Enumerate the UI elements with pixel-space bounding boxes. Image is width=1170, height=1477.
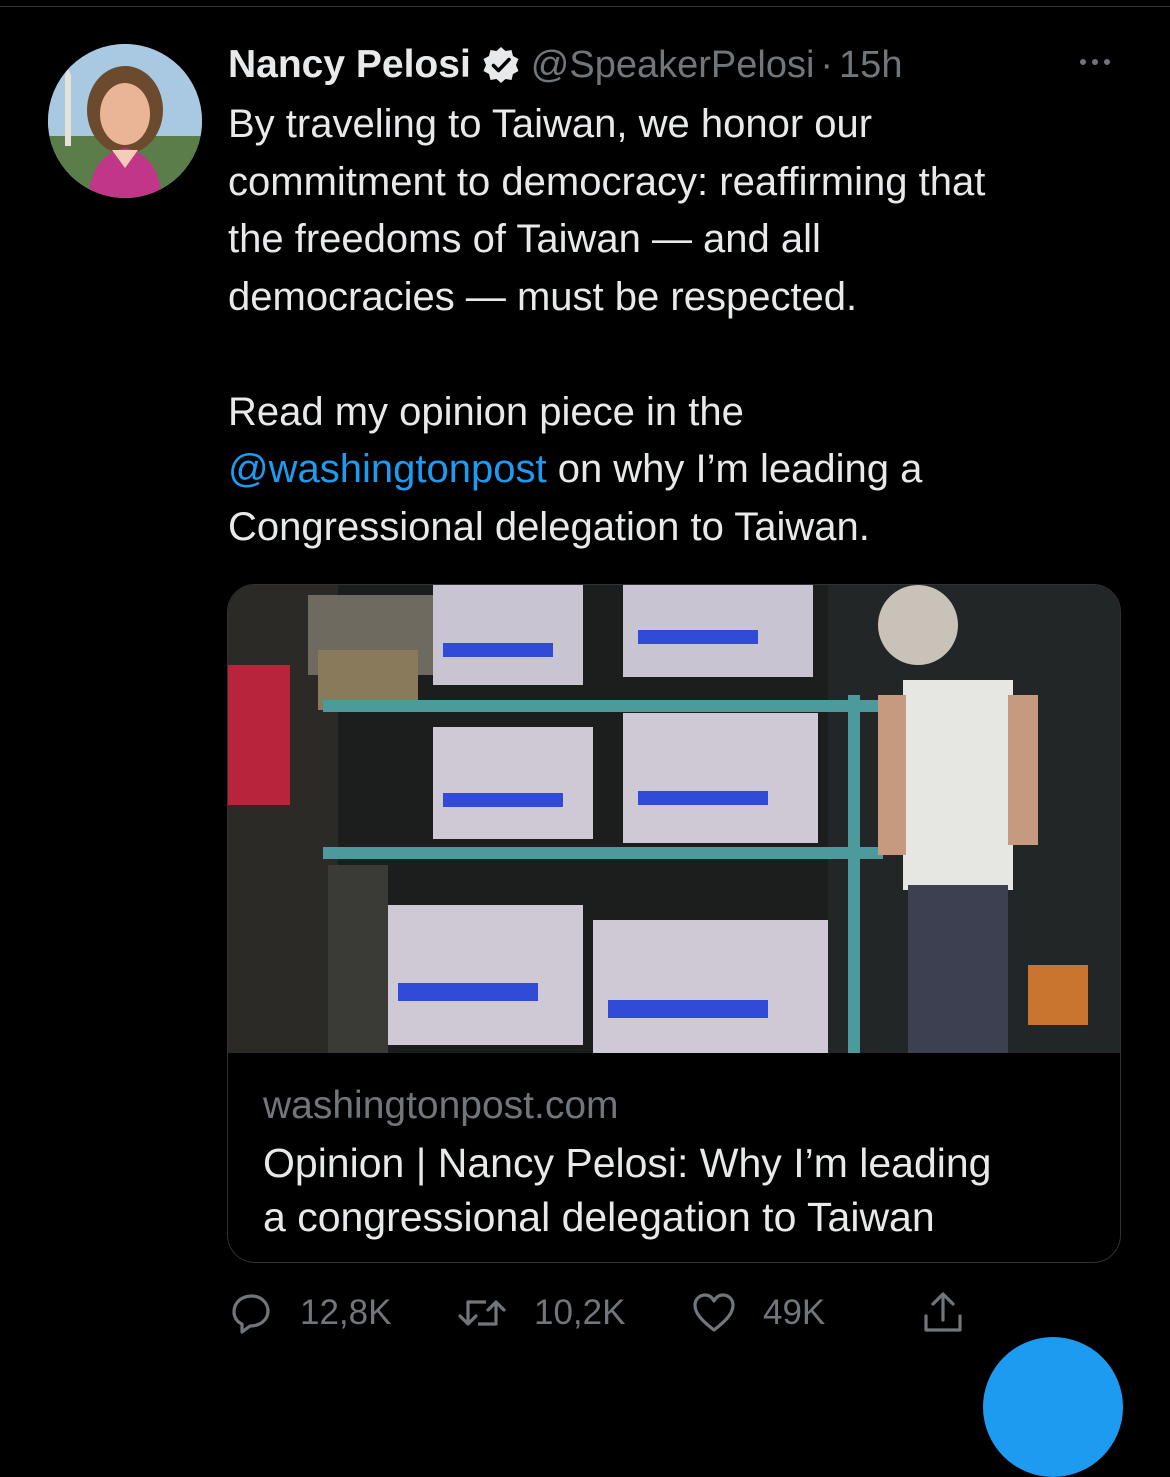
more-icon[interactable]: [1070, 50, 1120, 74]
verified-badge-icon: [483, 47, 519, 83]
more-dot: [1104, 59, 1110, 65]
author-name[interactable]: Nancy Pelosi: [228, 43, 471, 87]
author-handle[interactable]: @SpeakerPelosi: [531, 44, 815, 87]
card-title-line: Opinion | Nancy Pelosi: Why I’m leading: [263, 1140, 992, 1186]
tweet-text-line: commitment to democracy: reaffirming tha…: [228, 159, 986, 204]
more-dot: [1080, 59, 1086, 65]
tweet-text-line: the freedoms of Taiwan — and all: [228, 217, 821, 261]
link-card[interactable]: washingtonpost.com Opinion | Nancy Pelos…: [227, 584, 1121, 1263]
compose-button[interactable]: [983, 1337, 1123, 1477]
card-image: [228, 585, 1120, 1053]
tweet-header: Nancy Pelosi @SpeakerPelosi · 15h: [228, 40, 902, 90]
tweet-text-line: democracies — must be respected.: [228, 274, 858, 319]
share-icon: [924, 1292, 962, 1332]
reply-count: 12,8K: [300, 1293, 392, 1332]
more-dot: [1092, 59, 1098, 65]
card-title: Opinion | Nancy Pelosi: Why I’m leading …: [263, 1136, 1093, 1244]
tweet-text-line: @washingtonpost on why I’m leading a: [228, 441, 1128, 499]
top-divider: [0, 6, 1170, 7]
like-icon: [693, 1293, 735, 1332]
tweet-text-line: Read my opinion piece in the: [228, 389, 744, 434]
retweet-button[interactable]: 10,2K: [456, 1288, 625, 1338]
card-title-line: a congressional delegation to Taiwan: [263, 1194, 935, 1240]
timestamp[interactable]: 15h: [839, 44, 902, 87]
tweet-text-line: Congressional delegation to Taiwan.: [228, 504, 870, 549]
card-meta: washingtonpost.com Opinion | Nancy Pelos…: [263, 1083, 1093, 1244]
like-count: 49K: [763, 1293, 826, 1332]
avatar[interactable]: [48, 44, 202, 198]
tweet-text-fragment: on why I’m leading a: [546, 447, 923, 491]
reply-button[interactable]: 12,8K: [228, 1288, 391, 1338]
retweet-icon: [458, 1300, 506, 1326]
like-button[interactable]: 49K: [691, 1288, 825, 1338]
card-domain: washingtonpost.com: [263, 1084, 619, 1127]
retweet-count: 10,2K: [534, 1293, 626, 1332]
mention-link[interactable]: @washingtonpost: [228, 447, 547, 491]
reply-icon: [232, 1294, 270, 1334]
avatar-image: [48, 44, 202, 198]
tweet-actions: 12,8K 10,2K 49K: [228, 1288, 988, 1338]
tweet-text: By traveling to Taiwan, we honor our com…: [228, 96, 1128, 556]
separator-dot: ·: [820, 43, 834, 86]
tweet-text-line: By traveling to Taiwan, we honor our: [228, 102, 873, 146]
share-button[interactable]: [920, 1288, 966, 1338]
